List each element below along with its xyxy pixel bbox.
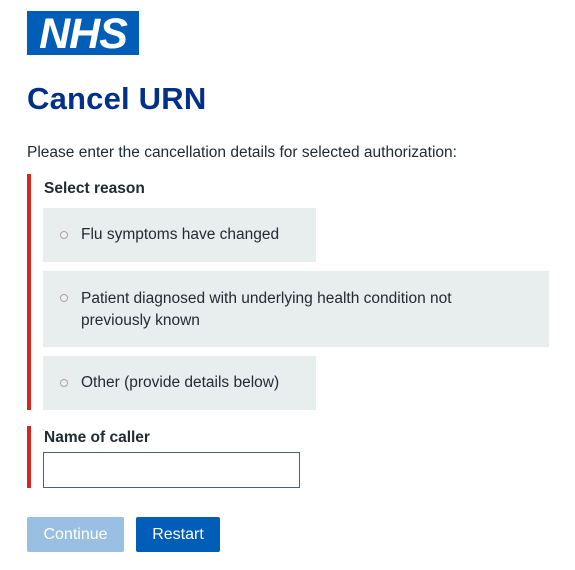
reason-option-underlying-condition[interactable]: Patient diagnosed with underlying health…	[43, 271, 549, 347]
reason-label: Select reason	[44, 180, 145, 197]
nhs-logo: NHS	[27, 11, 139, 55]
reason-option-label: Flu symptoms have changed	[81, 226, 280, 243]
page: NHS Cancel URN Please enter the cancella…	[0, 0, 575, 570]
intro-text: Please enter the cancellation details fo…	[27, 144, 457, 161]
radio-button[interactable]	[60, 231, 68, 239]
radio-button[interactable]	[60, 294, 68, 302]
caller-fieldset: Name of caller	[27, 426, 331, 488]
reason-option-flu-symptoms[interactable]: Flu symptoms have changed	[43, 208, 316, 262]
caller-label: Name of caller	[44, 429, 150, 446]
radio-button[interactable]	[60, 379, 68, 387]
page-title: Cancel URN	[27, 81, 207, 116]
reason-option-label: Patient diagnosed with underlying health…	[81, 290, 452, 329]
nhs-logo-text: NHS	[39, 13, 128, 53]
reason-fieldset: Select reason Flu symptoms have changed …	[27, 174, 561, 410]
continue-button[interactable]: Continue	[27, 517, 124, 552]
reason-option-label: Other (provide details below)	[81, 374, 280, 391]
restart-button[interactable]: Restart	[136, 517, 220, 552]
nhs-logo-mark: NHS	[39, 13, 129, 53]
caller-name-input[interactable]	[43, 452, 300, 488]
reason-option-other[interactable]: Other (provide details below)	[43, 356, 316, 410]
